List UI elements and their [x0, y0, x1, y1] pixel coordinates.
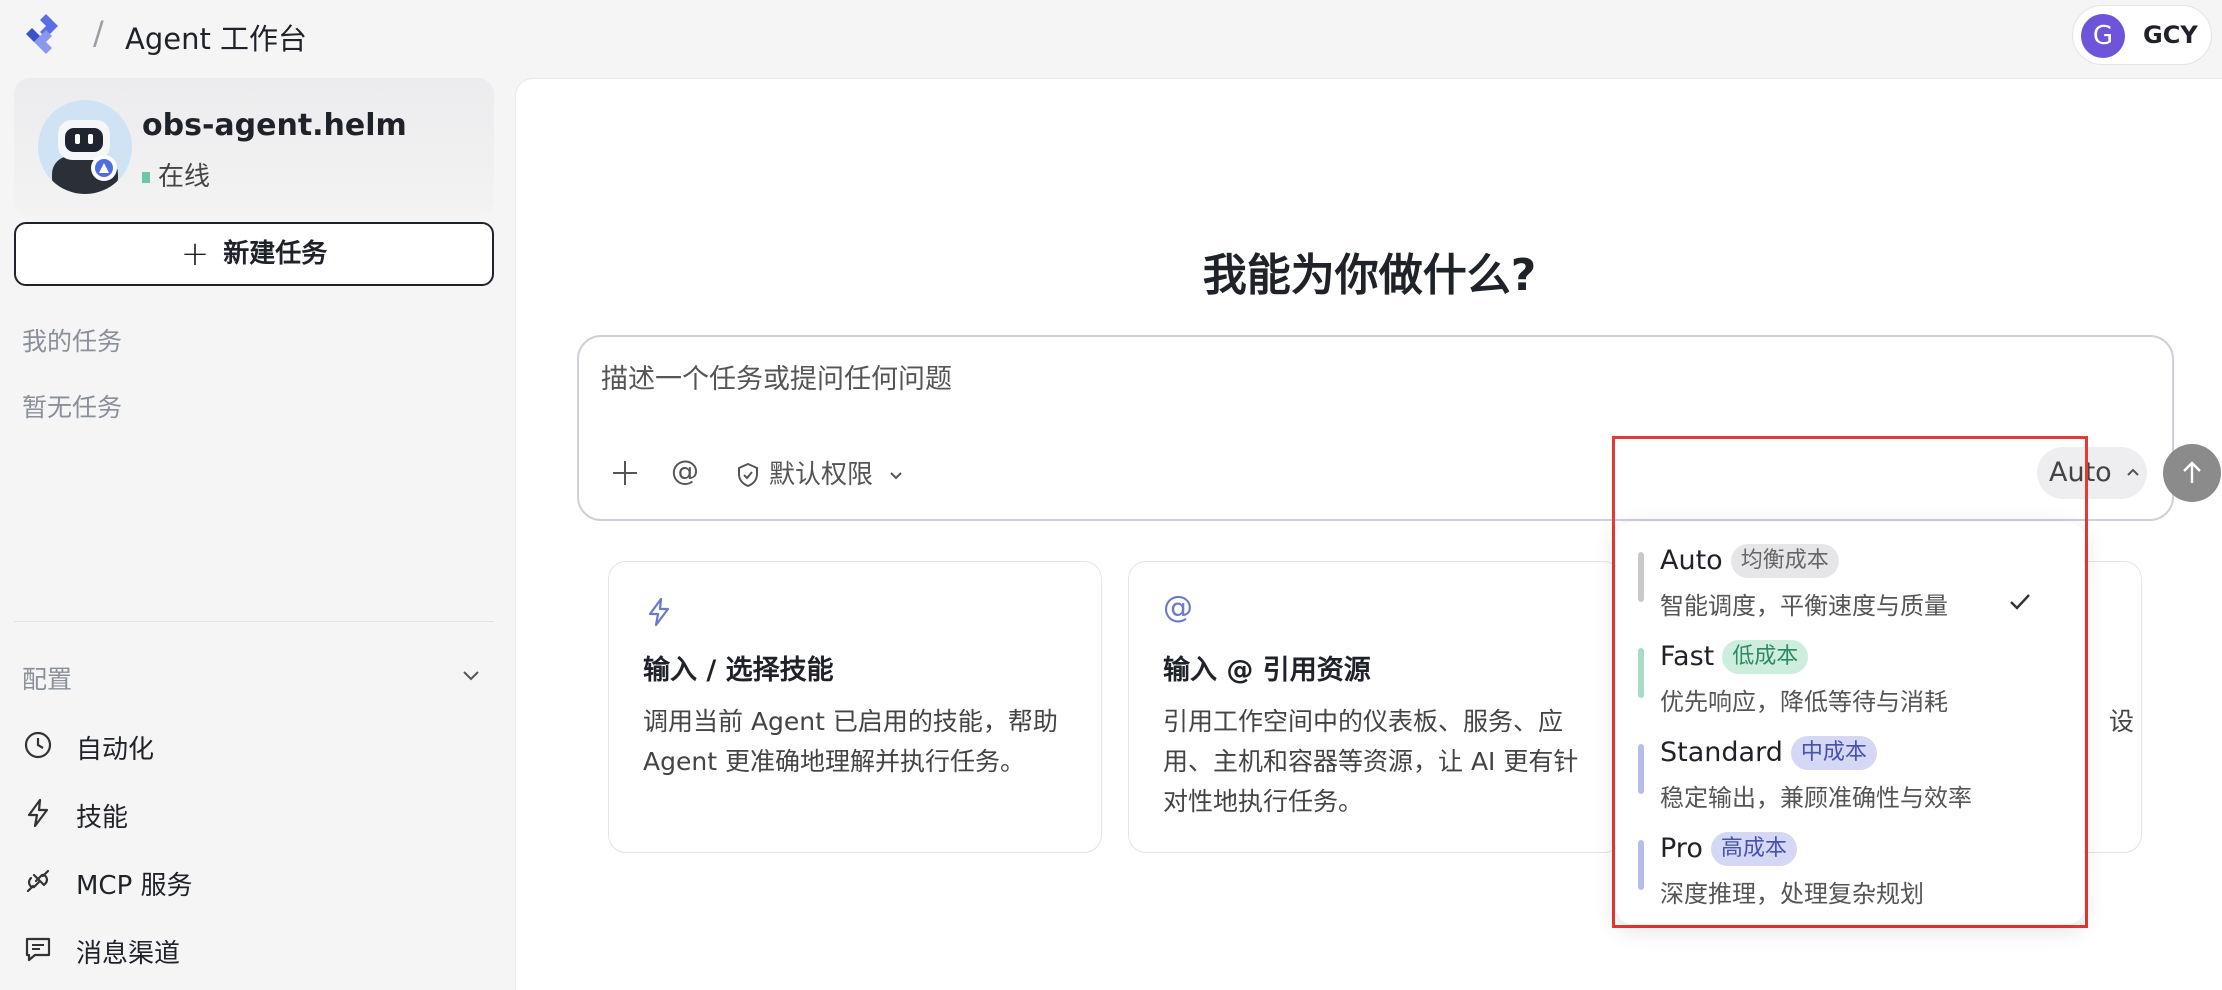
main-heading: 我能为你做什么?: [1202, 250, 1537, 301]
model-option-auto[interactable]: Auto 均衡成本 智能调度，平衡速度与质量: [1638, 542, 2058, 626]
plug-icon: [26, 869, 50, 893]
chevron-down-icon: [463, 671, 479, 681]
config-label: 配置: [22, 665, 73, 694]
option-name: Standard: [1660, 737, 1783, 768]
mention-button[interactable]: @: [671, 454, 699, 487]
card-description: 设: [2109, 707, 2135, 736]
cost-badge: 高成本: [1710, 832, 1797, 866]
new-task-label: 新建任务: [223, 239, 328, 269]
empty-tasks-text: 暂无任务: [22, 393, 123, 422]
user-menu-button[interactable]: G GCY: [2072, 5, 2212, 65]
option-color-bar: [1638, 648, 1644, 698]
agent-card[interactable]: obs-agent.helm 在线: [14, 78, 494, 216]
option-description: 深度推理，处理复杂规划: [1660, 880, 1924, 908]
cost-badge: 均衡成本: [1730, 544, 1839, 578]
model-option-fast[interactable]: Fast 低成本 优先响应，降低等待与消耗: [1638, 638, 2058, 722]
sidebar-item-channels[interactable]: 消息渠道: [22, 927, 482, 973]
my-tasks-label: 我的任务: [22, 327, 123, 356]
task-input[interactable]: [601, 359, 1801, 399]
model-option-standard[interactable]: Standard 中成本 稳定输出，兼顾准确性与效率: [1638, 734, 2058, 818]
option-color-bar: [1638, 552, 1644, 602]
online-status-dot: [142, 172, 150, 183]
option-name: Pro: [1660, 833, 1703, 864]
new-task-button[interactable]: + 新建任务: [14, 222, 494, 286]
lightning-icon: [27, 798, 49, 828]
at-icon: @: [1163, 590, 1193, 625]
card-title: 输入 / 选择技能: [643, 655, 834, 686]
check-icon: [2010, 594, 2030, 610]
card-description: 引用工作空间中的仪表板、服务、应用、主机和容器等资源，让 AI 更有针对性地执行…: [1163, 707, 1579, 816]
chevron-down-icon: [890, 472, 902, 480]
shield-icon: [738, 462, 758, 488]
add-attachment-icon[interactable]: [609, 457, 641, 489]
page-title: Agent 工作台: [125, 22, 308, 56]
sidebar-item-label: 自动化: [76, 735, 155, 765]
option-description: 智能调度，平衡速度与质量: [1660, 592, 1948, 620]
sidebar-item-label: 技能: [76, 803, 129, 833]
send-button[interactable]: [2163, 444, 2221, 502]
app-logo[interactable]: [22, 10, 70, 58]
message-icon: [25, 937, 51, 962]
sidebar: obs-agent.helm 在线 + 新建任务 我的任务 暂无任务 配置 自动化…: [0, 72, 510, 990]
mention-hint-card[interactable]: @ 输入 @ 引用资源 引用工作空间中的仪表板、服务、应用、主机和容器等资源，让…: [1128, 561, 1622, 853]
option-description: 优先响应，降低等待与消耗: [1660, 688, 1948, 716]
avatar: G: [2081, 14, 2125, 58]
sidebar-item-automation[interactable]: 自动化: [22, 723, 482, 769]
option-name: Auto: [1660, 545, 1723, 576]
user-name: GCY: [2143, 21, 2198, 49]
model-option-pro[interactable]: Pro 高成本 深度推理，处理复杂规划: [1638, 830, 2058, 914]
plus-icon: +: [180, 234, 210, 274]
sidebar-item-mcp[interactable]: MCP 服务: [22, 859, 482, 905]
card-title: 输入 @ 引用资源: [1163, 655, 1371, 686]
sidebar-divider: [14, 621, 494, 622]
agent-status: 在线: [142, 156, 210, 193]
lightning-icon: [648, 597, 670, 627]
option-description: 稳定输出，兼顾准确性与效率: [1660, 784, 1972, 812]
sidebar-item-label: 消息渠道: [76, 939, 181, 969]
clock-icon: [24, 731, 52, 759]
skill-hint-card[interactable]: 输入 / 选择技能 调用当前 Agent 已启用的技能，帮助 Agent 更准确…: [608, 561, 1102, 853]
breadcrumb-separator: /: [93, 14, 104, 52]
agent-status-text: 在线: [158, 162, 211, 192]
sidebar-item-skills[interactable]: 技能: [22, 791, 482, 837]
cost-badge: 低成本: [1722, 640, 1809, 674]
config-section-toggle[interactable]: 配置: [22, 660, 482, 700]
model-dropdown-menu: Auto 均衡成本 智能调度，平衡速度与质量 Fast 低成本 优先响应，降低等待与…: [1616, 522, 2084, 924]
sidebar-item-label: MCP 服务: [76, 871, 193, 901]
agent-avatar: [38, 100, 132, 194]
option-color-bar: [1638, 840, 1644, 890]
arrow-up-icon: [2183, 461, 2201, 483]
permission-dropdown[interactable]: 默认权限: [735, 454, 913, 491]
agent-name: obs-agent.helm: [142, 108, 407, 143]
top-bar: / Agent 工作台 G GCY: [0, 0, 2222, 72]
option-color-bar: [1638, 744, 1644, 794]
chevron-up-icon: [2127, 468, 2140, 476]
permission-label: 默认权限: [769, 460, 874, 490]
option-name: Fast: [1660, 641, 1715, 672]
cost-badge: 中成本: [1790, 736, 1877, 770]
card-description: 调用当前 Agent 已启用的技能，帮助 Agent 更准确地理解并执行任务。: [643, 707, 1058, 776]
